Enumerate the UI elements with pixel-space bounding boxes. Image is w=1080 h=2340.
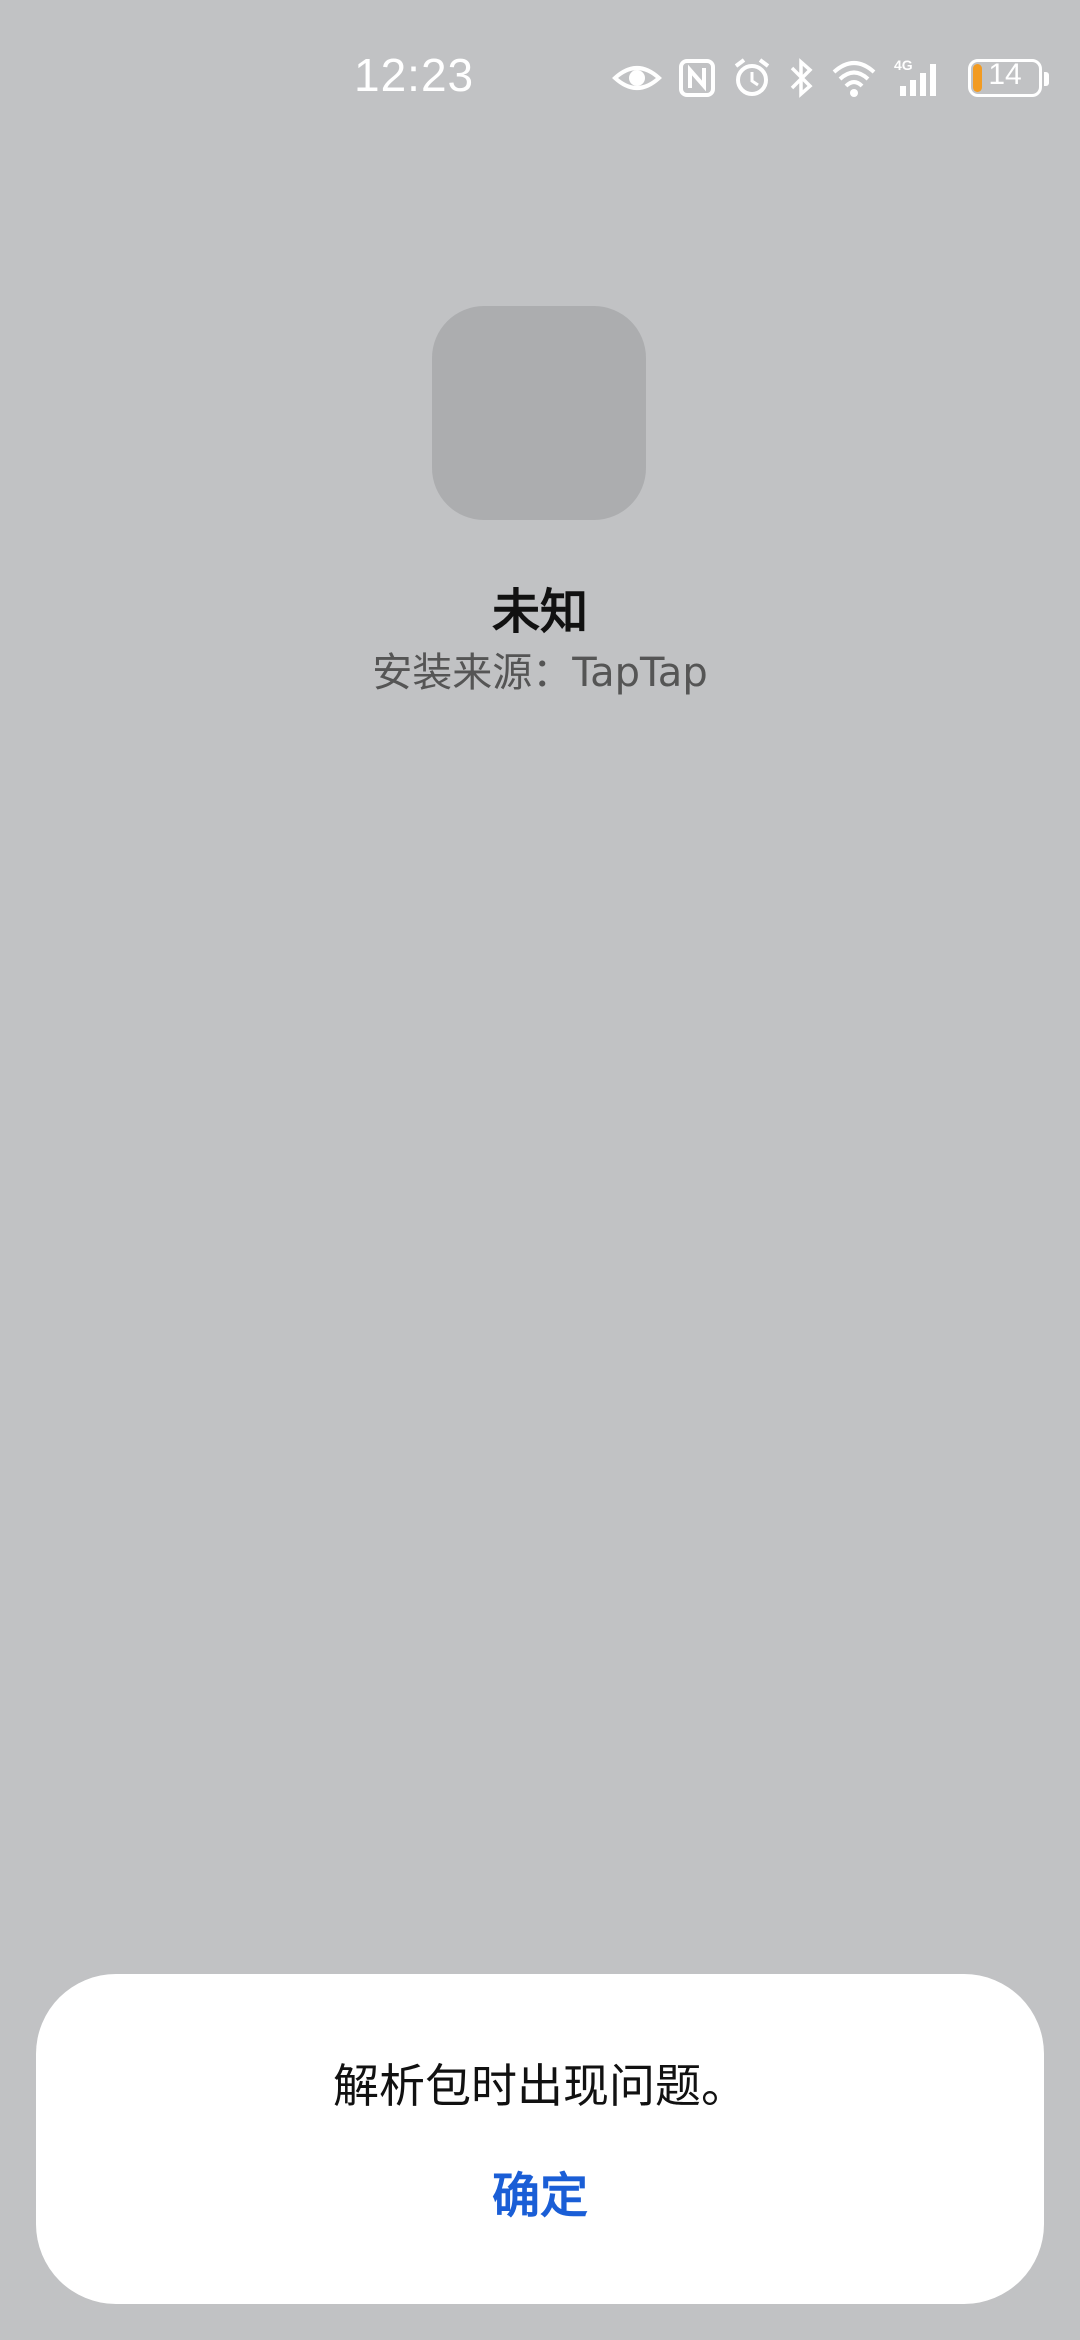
dialog-message: 解析包时出现问题。 [333, 2059, 747, 2113]
install-source: 安装来源：TapTap [372, 650, 708, 696]
battery-icon: 14 [968, 58, 1049, 97]
alarm-icon [732, 56, 772, 100]
status-time: 12:23 [354, 49, 475, 101]
error-dialog: 解析包时出现问题。 确定 [36, 1974, 1044, 2304]
app-name: 未知 [491, 584, 588, 640]
app-icon [432, 306, 646, 520]
eye-icon [612, 56, 662, 100]
status-icons: 4G 14 [612, 56, 1049, 100]
status-bar: 12:23 4G 14 [0, 0, 1080, 150]
battery-tip [1044, 72, 1049, 86]
package-installer-screen: 12:23 4G 14 未知 安装来源：TapTap 解析包时出现问题。 确定 [0, 0, 1080, 2340]
wifi-icon [830, 56, 878, 100]
cellular-signal-icon: 4G [894, 56, 946, 100]
nfc-icon [678, 56, 716, 100]
svg-text:4G: 4G [894, 57, 913, 73]
confirm-button[interactable]: 确定 [440, 2154, 640, 2238]
battery-level: 14 [988, 58, 1022, 91]
bluetooth-icon [788, 56, 814, 100]
